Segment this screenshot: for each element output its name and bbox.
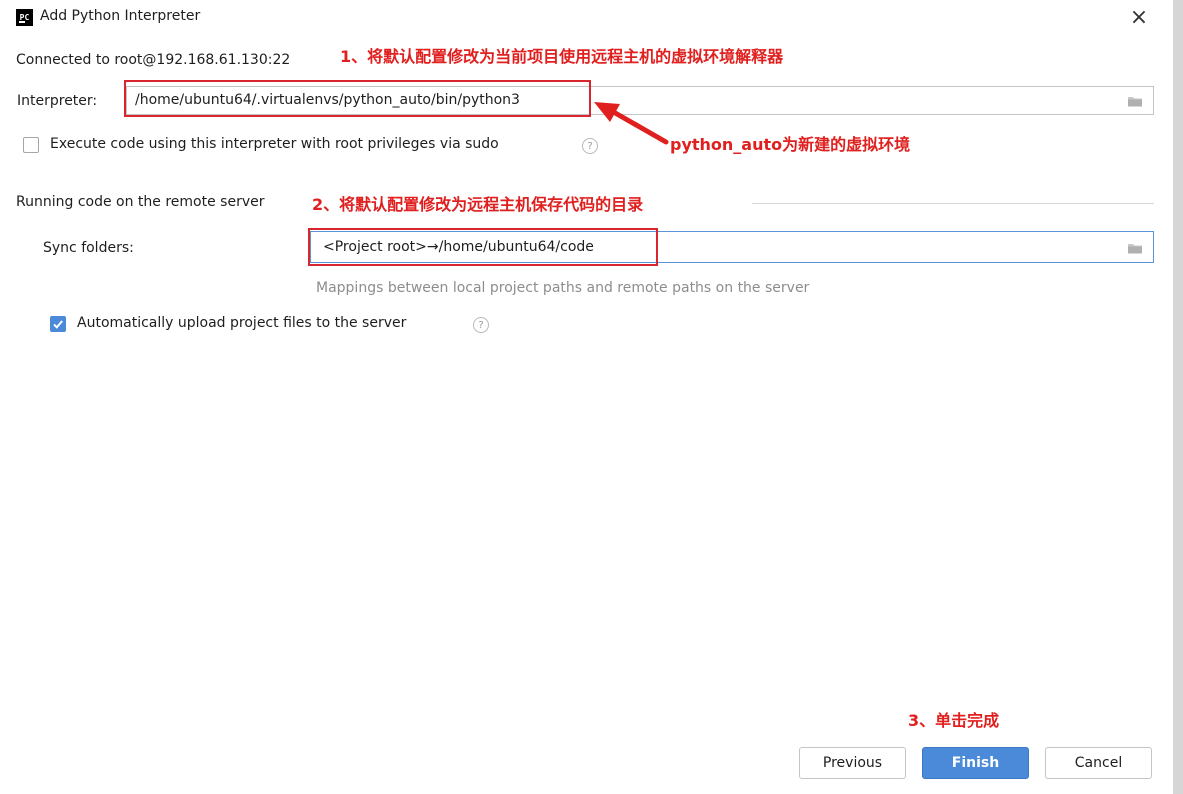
close-icon[interactable]: × — [1124, 3, 1154, 33]
finish-button[interactable]: Finish — [922, 747, 1029, 779]
sudo-checkbox[interactable] — [23, 137, 39, 153]
auto-upload-checkbox[interactable] — [50, 316, 66, 332]
interpreter-highlight-box — [124, 80, 591, 117]
window-title: Add Python Interpreter — [40, 8, 201, 24]
remote-section-title: Running code on the remote server — [16, 194, 265, 210]
help-icon[interactable]: ? — [582, 138, 598, 154]
folder-icon[interactable] — [1127, 95, 1143, 107]
previous-button[interactable]: Previous — [799, 747, 906, 779]
title-bar: PC Add Python Interpreter × — [0, 0, 1173, 36]
auto-upload-label[interactable]: Automatically upload project files to th… — [77, 315, 406, 331]
help-icon[interactable]: ? — [473, 317, 489, 333]
sync-folders-hint: Mappings between local project paths and… — [316, 280, 810, 296]
annotation-note-1: 1、将默认配置修改为当前项目使用远程主机的虚拟环境解释器 — [340, 47, 784, 66]
sync-folders-label: Sync folders: — [43, 240, 134, 256]
annotation-arrow-icon — [594, 102, 669, 145]
interpreter-label: Interpreter: — [17, 93, 98, 109]
sync-folders-highlight-box — [308, 228, 658, 266]
section-divider — [752, 203, 1154, 204]
annotation-venv-note: python_auto为新建的虚拟环境 — [670, 135, 911, 154]
cancel-button[interactable]: Cancel — [1045, 747, 1152, 779]
annotation-note-3: 3、单击完成 — [908, 711, 1000, 730]
connection-status: Connected to root@192.168.61.130:22 — [16, 52, 291, 68]
folder-icon[interactable] — [1127, 242, 1143, 254]
annotation-note-2: 2、将默认配置修改为远程主机保存代码的目录 — [312, 195, 644, 214]
pycharm-logo-icon: PC — [16, 9, 33, 26]
checkmark-icon — [53, 320, 63, 329]
window-edge — [1173, 0, 1183, 794]
sudo-label[interactable]: Execute code using this interpreter with… — [50, 136, 499, 152]
